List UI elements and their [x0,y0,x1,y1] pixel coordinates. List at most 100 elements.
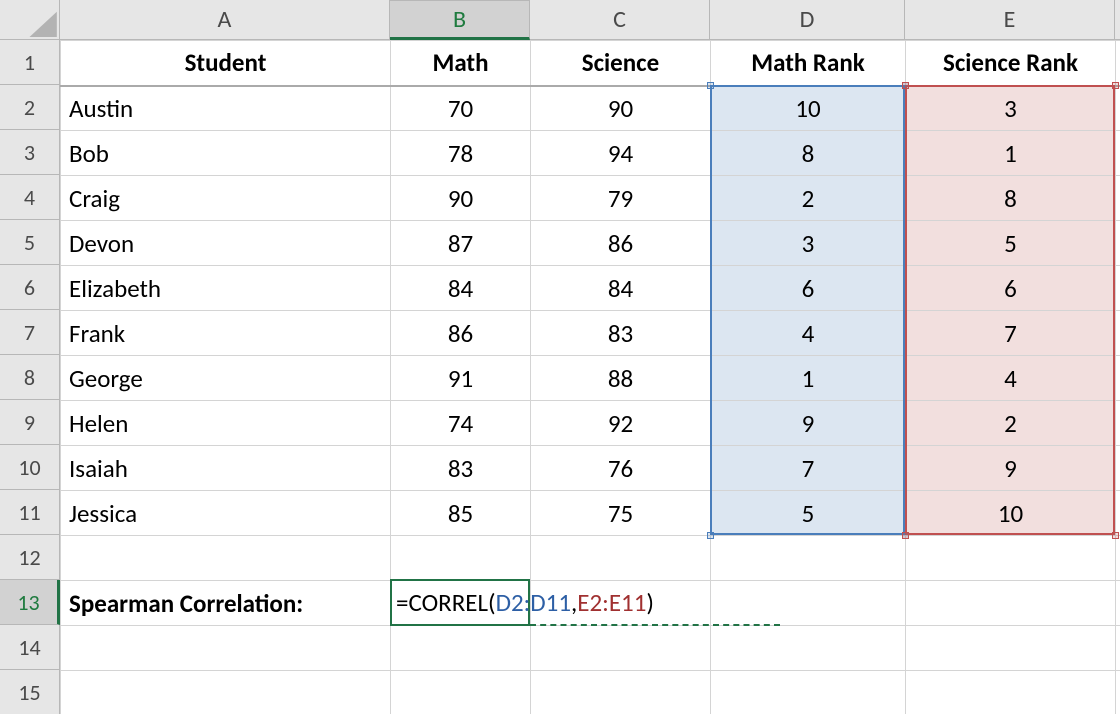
row-header-6[interactable]: 6 [0,265,60,310]
row-header-9[interactable]: 9 [0,400,60,445]
column-header-E[interactable]: E [905,0,1115,40]
cell-B9[interactable]: 74 [391,401,531,446]
cell-E2[interactable]: 3 [906,86,1116,131]
cell-C12[interactable] [531,536,711,581]
row-header-2[interactable]: 2 [0,85,60,130]
cell-A7[interactable]: Frank [61,311,391,356]
cell-B15[interactable] [391,671,531,714]
cell-C11[interactable]: 75 [531,491,711,536]
cell-D1[interactable]: Math Rank [711,41,906,86]
cell-E9[interactable]: 2 [906,401,1116,446]
cell-D3[interactable]: 8 [711,131,906,176]
cell-C5[interactable]: 86 [531,221,711,266]
cell-partial-12[interactable] [1116,536,1120,581]
row-header-15[interactable]: 15 [0,670,60,714]
cell-partial-8[interactable] [1116,356,1120,401]
cell-D9[interactable]: 9 [711,401,906,446]
row-header-4[interactable]: 4 [0,175,60,220]
cell-A5[interactable]: Devon [61,221,391,266]
row-header-11[interactable]: 11 [0,490,60,535]
cell-B3[interactable]: 78 [391,131,531,176]
cell-D2[interactable]: 10 [711,86,906,131]
column-header-partial[interactable] [1115,0,1120,40]
cell-B5[interactable]: 87 [391,221,531,266]
cell-E7[interactable]: 7 [906,311,1116,356]
row-header-13[interactable]: 13 [0,580,60,625]
cell-partial-7[interactable] [1116,311,1120,356]
cell-partial-2[interactable] [1116,86,1120,131]
cell-B2[interactable]: 70 [391,86,531,131]
cell-A10[interactable]: Isaiah [61,446,391,491]
cell-C9[interactable]: 92 [531,401,711,446]
cell-E13[interactable] [906,581,1116,626]
cell-E8[interactable]: 4 [906,356,1116,401]
cell-partial-10[interactable] [1116,446,1120,491]
cell-A14[interactable] [61,626,391,671]
cell-E5[interactable]: 5 [906,221,1116,266]
column-header-B[interactable]: B [390,0,530,40]
cell-E4[interactable]: 8 [906,176,1116,221]
column-header-C[interactable]: C [530,0,710,40]
column-header-D[interactable]: D [710,0,905,40]
cell-C14[interactable] [531,626,711,671]
cell-B14[interactable] [391,626,531,671]
cell-partial-15[interactable] [1116,671,1120,714]
cell-C8[interactable]: 88 [531,356,711,401]
cell-B10[interactable]: 83 [391,446,531,491]
cell-A1[interactable]: Student [61,41,391,86]
cell-C15[interactable] [531,671,711,714]
cell-D14[interactable] [711,626,906,671]
cell-D11[interactable]: 5 [711,491,906,536]
select-all-corner[interactable] [0,0,60,40]
cell-E11[interactable]: 10 [906,491,1116,536]
cell-B8[interactable]: 91 [391,356,531,401]
formula-edit-cell[interactable]: =CORREL(D2:D11, E2:E11) [390,579,530,626]
cell-partial-5[interactable] [1116,221,1120,266]
cell-D12[interactable] [711,536,906,581]
cell-B6[interactable]: 84 [391,266,531,311]
cell-A12[interactable] [61,536,391,581]
cell-D15[interactable] [711,671,906,714]
cell-E6[interactable]: 6 [906,266,1116,311]
cell-partial-9[interactable] [1116,401,1120,446]
cell-B4[interactable]: 90 [391,176,531,221]
cell-A9[interactable]: Helen [61,401,391,446]
cell-D13[interactable] [711,581,906,626]
cell-D8[interactable]: 1 [711,356,906,401]
cell-partial-13[interactable] [1116,581,1120,626]
cell-A6[interactable]: Elizabeth [61,266,391,311]
cell-D6[interactable]: 6 [711,266,906,311]
cell-A4[interactable]: Craig [61,176,391,221]
cell-E14[interactable] [906,626,1116,671]
cell-E1[interactable]: Science Rank [906,41,1116,86]
cell-partial-6[interactable] [1116,266,1120,311]
cell-C4[interactable]: 79 [531,176,711,221]
row-header-7[interactable]: 7 [0,310,60,355]
row-header-8[interactable]: 8 [0,355,60,400]
cell-D4[interactable]: 2 [711,176,906,221]
cell-C1[interactable]: Science [531,41,711,86]
cell-D7[interactable]: 4 [711,311,906,356]
cell-E3[interactable]: 1 [906,131,1116,176]
cell-partial-14[interactable] [1116,626,1120,671]
cell-A8[interactable]: George [61,356,391,401]
cell-B7[interactable]: 86 [391,311,531,356]
cell-B12[interactable] [391,536,531,581]
cell-A11[interactable]: Jessica [61,491,391,536]
cell-partial-11[interactable] [1116,491,1120,536]
cell-C3[interactable]: 94 [531,131,711,176]
cell-B11[interactable]: 85 [391,491,531,536]
cell-E12[interactable] [906,536,1116,581]
cell-E15[interactable] [906,671,1116,714]
row-header-5[interactable]: 5 [0,220,60,265]
cell-C2[interactable]: 90 [531,86,711,131]
cell-D10[interactable]: 7 [711,446,906,491]
row-header-12[interactable]: 12 [0,535,60,580]
cell-C6[interactable]: 84 [531,266,711,311]
row-header-1[interactable]: 1 [0,40,60,85]
cell-A3[interactable]: Bob [61,131,391,176]
cell-A15[interactable] [61,671,391,714]
row-header-14[interactable]: 14 [0,625,60,670]
cell-A2[interactable]: Austin [61,86,391,131]
column-header-A[interactable]: A [60,0,390,40]
